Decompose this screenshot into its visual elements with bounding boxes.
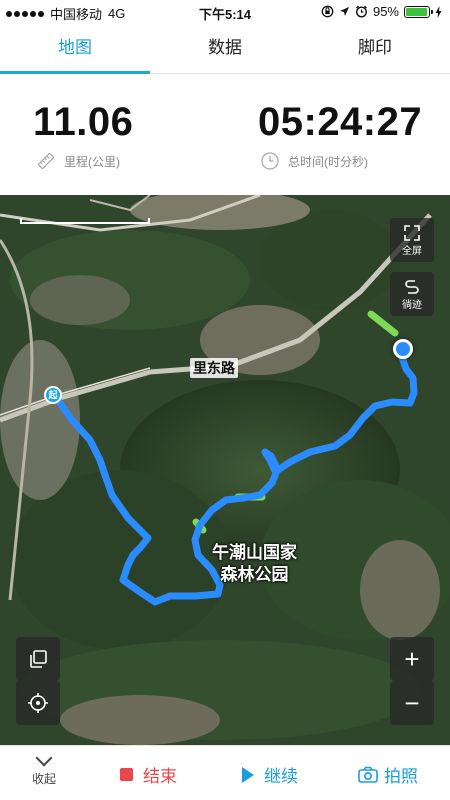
time-label: 总时间(时分秒) [288, 154, 368, 169]
start-marker[interactable]: 起 [44, 386, 62, 404]
locate-button[interactable] [16, 681, 60, 725]
chevron-down-icon [35, 749, 53, 767]
status-right: 95% [321, 4, 442, 19]
zoom-in-button[interactable]: + [390, 637, 434, 681]
layers-button[interactable] [16, 637, 60, 681]
track-button[interactable]: 徜迹 [390, 272, 434, 316]
end-label: 结束 [143, 767, 177, 786]
alarm-icon [355, 5, 367, 18]
time-value: 05:24:27 [258, 100, 423, 144]
park-label: 午潮山国家 森林公园 [212, 542, 297, 586]
park-label-line2: 森林公园 [220, 565, 289, 584]
orientation-lock-icon [321, 5, 334, 18]
zoom-out-button[interactable]: − [390, 681, 434, 725]
fullscreen-icon [404, 224, 420, 241]
distance-stat: 11.06 里程(公里) [0, 75, 225, 195]
charging-icon [435, 5, 442, 18]
play-icon [242, 766, 254, 783]
tab-bar: 地图 数据 脚印 [0, 24, 450, 74]
fullscreen-button[interactable]: 全屏 [390, 218, 434, 262]
plus-icon: + [404, 644, 420, 674]
battery-fill [406, 7, 427, 16]
photo-label: 拍照 [384, 767, 418, 786]
battery-percent: 95% [372, 4, 399, 19]
map-view[interactable]: 里东路 午潮山国家 森林公园 起 全屏 徜迹 + − [0, 195, 450, 745]
camera-icon [358, 766, 378, 783]
road-label: 里东路 [190, 358, 238, 378]
tab-data[interactable]: 数据 [150, 24, 300, 73]
time-label-row: 总时间(时分秒) [260, 151, 450, 171]
distance-label-row: 里程(公里) [36, 151, 225, 171]
stats-panel: 11.06 里程(公里) 05:24:27 总时间(时分秒) [0, 75, 450, 195]
bottom-control-bar: 收起 结束 继续 拍照 [0, 745, 450, 800]
track-icon [405, 279, 419, 294]
time-stat: 05:24:27 总时间(时分秒) [225, 75, 450, 195]
tab-map[interactable]: 地图 [0, 24, 150, 74]
collapse-button[interactable]: 收起 [24, 749, 64, 787]
locate-icon [28, 693, 48, 713]
continue-button[interactable]: 继续 [242, 762, 298, 787]
continue-label: 继续 [264, 767, 298, 786]
location-icon [339, 7, 349, 16]
park-label-line1: 午潮山国家 [212, 543, 297, 562]
end-button[interactable]: 结束 [120, 762, 177, 787]
clock-icon [261, 152, 279, 170]
layers-icon [30, 650, 47, 668]
collapse-label: 收起 [31, 772, 56, 786]
photo-button[interactable]: 拍照 [358, 762, 418, 787]
current-position-marker [393, 339, 413, 359]
distance-value: 11.06 [33, 100, 134, 144]
distance-label: 里程(公里) [64, 154, 120, 169]
battery-icon [404, 5, 433, 18]
status-bar: 中国移动 4G 下午5:14 95% [0, 0, 450, 24]
track-label: 徜迹 [402, 299, 422, 311]
scale-bar [20, 218, 150, 224]
ruler-icon [37, 152, 55, 170]
satellite-terrain [0, 195, 450, 745]
stop-icon [120, 768, 133, 781]
minus-icon: − [404, 688, 420, 718]
tab-footprint[interactable]: 脚印 [300, 24, 450, 73]
fullscreen-label: 全屏 [402, 245, 422, 257]
